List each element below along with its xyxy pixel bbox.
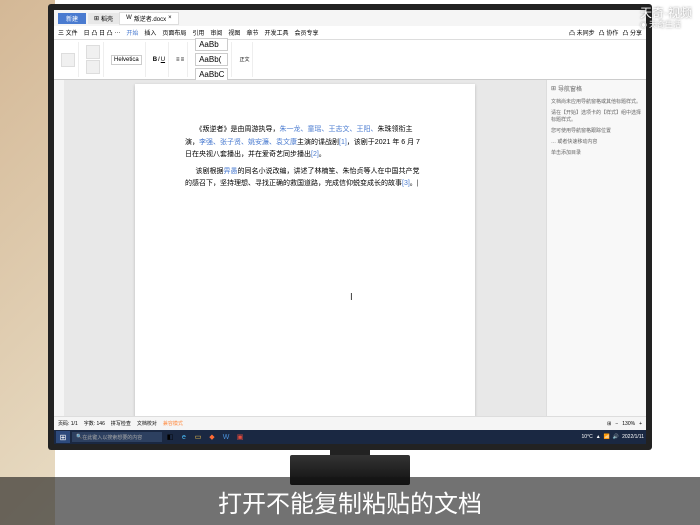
tray-icon[interactable]: ▲ [596,434,601,440]
clock[interactable]: 2022/1/11 [622,434,644,440]
doc-check[interactable]: 文档校对 [137,420,157,427]
zoom-level[interactable]: 130% [622,421,635,427]
collab-button[interactable]: 凸 协作 [599,28,619,37]
sidebar-hint-1: 文档尚未应用导航窗格或其他标题样式。 [551,97,642,108]
sidebar-hint-5[interactable]: 单击添加目录 [551,148,642,159]
start-button[interactable]: ⊞ [56,431,70,443]
page-count[interactable]: 页码: 1/1 [58,420,78,427]
menu-view[interactable]: 视图 [228,28,240,37]
style-normal[interactable]: AaBb [195,38,228,51]
menu-dev[interactable]: 开发工具 [264,28,288,37]
menu-insert[interactable]: 插入 [144,28,156,37]
menu-file[interactable]: 三 文件 [58,28,78,37]
menu-chapter[interactable]: 章节 [246,28,258,37]
explorer-icon[interactable]: ▭ [192,431,204,443]
compat-mode[interactable]: 兼容模式 [163,420,183,427]
menu-vip[interactable]: 会员专享 [294,28,318,37]
subtitle-caption: 打开不能复制粘贴的文档 [0,477,700,525]
paste-button[interactable] [61,53,75,67]
cut-button[interactable] [86,45,100,59]
edge-icon[interactable]: e [178,431,190,443]
screen: 新建 ⊞ 稻壳 W 叛逆者.docx × 三 文件 日 凸 日 凸 ⋯ 开始 插… [54,10,646,444]
zoom-out-icon[interactable]: − [615,421,618,427]
new-tab-button[interactable]: 新建 [58,13,86,24]
paragraph-1[interactable]: 《叛逆者》是由周游执导，朱一龙、童瑶、王志文、王阳、朱珠领衔主演，李强、张子贤、… [185,124,425,162]
windows-taskbar: ⊞ 🔍 在此键入以搜索想要的内容 ◧ e ▭ ◆ W ▣ 10°C ▲ 📶 🔊 … [54,430,646,444]
ribbon-toolbar: Helvetica B I U ≡ ≡ AaBb AaBb( AaBbC 正文 [54,40,646,80]
ruler-left [54,80,64,430]
app-icon-3[interactable]: ▣ [234,431,246,443]
status-bar: 页码: 1/1 字数: 146 拼写检查 文档校对 兼容模式 ⊞ − 130% … [54,416,646,430]
taskbar-search[interactable]: 🔍 在此键入以搜索想要的内容 [72,432,162,442]
nav-icon: ⊞ [551,85,556,92]
align-left-icon[interactable]: ≡ [176,57,180,63]
task-view-icon[interactable]: ◧ [164,431,176,443]
tab-document[interactable]: W 叛逆者.docx × [119,12,179,25]
sidebar-hint-3: 您可使用导航窗格跟踪位置 [551,126,642,137]
volume-icon[interactable]: 🔊 [613,434,619,440]
zoom-in-icon[interactable]: + [639,421,642,427]
wifi-icon[interactable]: 📶 [604,434,610,440]
menu-layout[interactable]: 页面布局 [162,28,186,37]
sync-status[interactable]: 凸 未同步 [569,28,595,37]
app-icon-2[interactable]: W [220,431,232,443]
align-center-icon[interactable]: ≡ [181,57,185,63]
font-selector[interactable]: Helvetica [111,55,142,65]
spell-check[interactable]: 拼写检查 [111,420,131,427]
tab-dao-ke[interactable]: ⊞ 稻壳 [88,13,119,24]
menu-review[interactable]: 审阅 [210,28,222,37]
navigation-pane: ⊞ 导航窗格 文档尚未应用导航窗格或其他标题样式。 请在【开始】选项卡的【样式】… [546,80,646,430]
menu-start[interactable]: 开始 [126,28,138,37]
style-h1[interactable]: AaBb( [195,53,228,66]
menu-quick[interactable]: 日 凸 日 凸 ⋯ [84,28,121,37]
document-canvas[interactable]: 《叛逆者》是由周游执导，朱一龙、童瑶、王志文、王阳、朱珠领衔主演，李强、张子贤、… [64,80,546,430]
sidebar-hint-4: … 或者快速移动内容 [551,137,642,148]
close-icon[interactable]: × [168,15,172,21]
menu-reference[interactable]: 引用 [192,28,204,37]
app-icon-1[interactable]: ◆ [206,431,218,443]
word-count[interactable]: 字数: 146 [84,420,105,427]
video-watermark: 天奇·视频 ◉天奇生活 [640,6,692,30]
underline-button[interactable]: U [161,57,165,63]
ibeam-cursor-icon: I [350,292,353,303]
sidebar-title: ⊞ 导航窗格 [551,84,642,93]
style-list[interactable]: 正文 [239,56,249,63]
copy-button[interactable] [86,60,100,74]
text-cursor: | [417,180,419,187]
weather-widget[interactable]: 10°C [582,434,593,440]
italic-button[interactable]: I [158,57,160,63]
word-icon: W [126,15,132,21]
logo-icon: ◉ [640,20,647,30]
paragraph-2[interactable]: 该剧根据畀愚的同名小说改编，讲述了林楠笙、朱怡贞等人在中国共产党的感召下，坚持理… [185,166,425,191]
document-page[interactable]: 《叛逆者》是由周游执导，朱一龙、童瑶、王志文、王阳、朱珠领衔主演，李强、张子贤、… [135,84,475,426]
monitor-frame: 新建 ⊞ 稻壳 W 叛逆者.docx × 三 文件 日 凸 日 凸 ⋯ 开始 插… [48,4,652,450]
sidebar-hint-2: 请在【开始】选项卡的【样式】组中选择标题样式。 [551,108,642,126]
bold-button[interactable]: B [153,57,157,63]
view-mode-icon[interactable]: ⊞ [607,421,611,427]
leaf-icon: ⊞ [94,15,99,22]
window-titlebar: 新建 ⊞ 稻壳 W 叛逆者.docx × [54,10,646,26]
menu-bar: 三 文件 日 凸 日 凸 ⋯ 开始 插入 页面布局 引用 审阅 视图 章节 开发… [54,26,646,40]
